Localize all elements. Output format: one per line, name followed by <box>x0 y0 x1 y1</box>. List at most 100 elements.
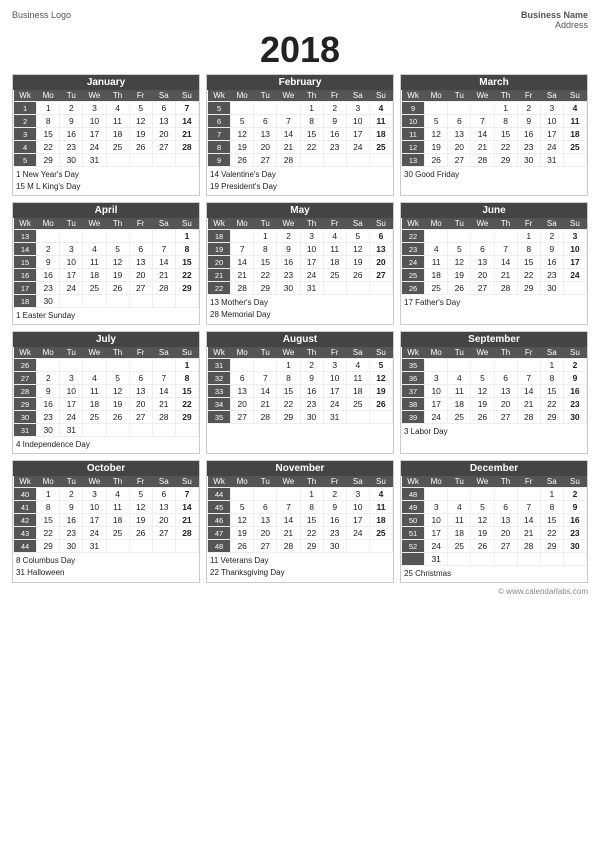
week-number: 42 <box>14 514 37 527</box>
day-cell: 29 <box>175 282 198 295</box>
day-cell <box>152 230 175 243</box>
day-cell: 25 <box>425 282 448 295</box>
day-cell: 3 <box>346 102 369 115</box>
day-cell <box>60 295 83 308</box>
day-cell: 9 <box>563 501 586 514</box>
day-cell <box>425 359 448 372</box>
day-cell: 13 <box>152 501 175 514</box>
day-cell: 7 <box>277 501 300 514</box>
holidays: 1 Easter Sunday <box>13 308 199 324</box>
day-cell <box>323 282 346 295</box>
week-number: 16 <box>14 269 37 282</box>
day-cell <box>60 230 83 243</box>
day-cell: 3 <box>60 372 83 385</box>
day-cell: 23 <box>517 141 540 154</box>
day-cell: 26 <box>346 269 369 282</box>
holiday-item: 15 M L King's Day <box>16 181 196 193</box>
day-cell: 27 <box>152 141 175 154</box>
day-cell: 29 <box>517 282 540 295</box>
month-table: WkMoTuWeThFrSaSu311234532678910111233131… <box>207 347 393 424</box>
day-cell: 21 <box>517 398 540 411</box>
day-header: Fr <box>517 347 540 359</box>
day-cell <box>494 488 517 501</box>
day-cell: 29 <box>277 411 300 424</box>
day-header: Mo <box>231 218 254 230</box>
table-row: 712131415161718 <box>208 128 393 141</box>
day-cell: 25 <box>106 527 129 540</box>
day-cell: 24 <box>60 282 83 295</box>
day-cell: 17 <box>346 128 369 141</box>
table-header-row: WkMoTuWeThFrSaSu <box>208 90 393 102</box>
day-cell: 18 <box>448 527 471 540</box>
table-row: 2891011121314 <box>14 115 199 128</box>
month-block: FebruaryWkMoTuWeThFrSaSu5123465678910117… <box>206 74 394 196</box>
day-cell: 30 <box>37 424 60 437</box>
year-title: 2018 <box>12 32 588 68</box>
day-cell: 16 <box>323 514 346 527</box>
table-row: 315161718192021 <box>14 128 199 141</box>
day-header: Su <box>369 476 392 488</box>
week-number: 20 <box>208 256 231 269</box>
day-header: Tu <box>448 347 471 359</box>
day-cell: 23 <box>37 282 60 295</box>
day-cell: 13 <box>129 385 152 398</box>
table-row: 51234 <box>208 102 393 115</box>
day-cell: 19 <box>471 527 494 540</box>
day-cell: 6 <box>494 501 517 514</box>
day-cell: 2 <box>300 359 323 372</box>
day-cell: 3 <box>425 501 448 514</box>
day-cell: 29 <box>37 154 60 167</box>
day-cell <box>106 295 129 308</box>
holiday-item: 8 Columbus Day <box>16 555 196 567</box>
day-cell: 11 <box>106 115 129 128</box>
day-header: Fr <box>517 90 540 102</box>
day-cell: 28 <box>277 154 300 167</box>
day-header: Sa <box>346 90 369 102</box>
day-header: Mo <box>37 347 60 359</box>
day-cell: 16 <box>540 256 563 269</box>
day-cell: 20 <box>129 398 152 411</box>
day-cell: 9 <box>323 501 346 514</box>
week-number: 28 <box>14 385 37 398</box>
week-number: 12 <box>402 141 425 154</box>
day-cell: 12 <box>231 128 254 141</box>
day-cell: 6 <box>448 115 471 128</box>
day-cell <box>563 553 586 566</box>
day-header: Th <box>300 476 323 488</box>
table-row: 2345678910 <box>402 243 587 256</box>
holiday-item: 17 Father's Day <box>404 297 584 309</box>
table-row: 2228293031 <box>208 282 393 295</box>
day-cell: 31 <box>83 540 106 553</box>
day-header: Wk <box>402 347 425 359</box>
day-cell: 8 <box>277 372 300 385</box>
day-cell: 10 <box>83 501 106 514</box>
day-cell: 12 <box>471 514 494 527</box>
day-cell <box>563 154 586 167</box>
day-header: Wk <box>402 90 425 102</box>
week-number: 50 <box>402 514 425 527</box>
month-block: JulyWkMoTuWeThFrSaSu26127234567828910111… <box>12 331 200 454</box>
month-block: OctoberWkMoTuWeThFrSaSu40123456741891011… <box>12 460 200 583</box>
week-number: 31 <box>208 359 231 372</box>
week-number: 37 <box>402 385 425 398</box>
table-row: 5117181920212223 <box>402 527 587 540</box>
day-cell <box>254 488 277 501</box>
day-cell: 12 <box>425 128 448 141</box>
day-cell: 13 <box>129 256 152 269</box>
day-cell: 19 <box>448 269 471 282</box>
day-cell: 1 <box>175 359 198 372</box>
day-cell: 17 <box>540 128 563 141</box>
day-cell: 5 <box>425 115 448 128</box>
day-header: We <box>277 218 300 230</box>
day-cell: 30 <box>323 540 346 553</box>
day-header: Tu <box>254 347 277 359</box>
day-cell: 17 <box>300 256 323 269</box>
day-cell: 1 <box>175 230 198 243</box>
day-header: Mo <box>425 90 448 102</box>
week-number: 32 <box>208 372 231 385</box>
day-cell: 16 <box>37 269 60 282</box>
day-cell <box>37 359 60 372</box>
day-cell: 24 <box>300 269 323 282</box>
table-row: 3023242526272829 <box>14 411 199 424</box>
day-cell: 23 <box>37 411 60 424</box>
